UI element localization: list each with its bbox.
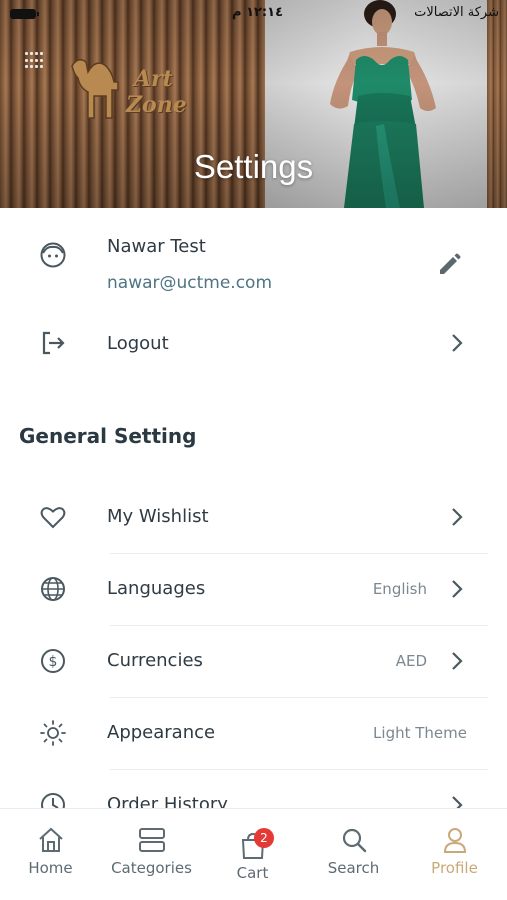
divider xyxy=(110,553,488,554)
sun-icon xyxy=(36,716,70,750)
settings-item-value: English xyxy=(372,580,427,598)
globe-icon xyxy=(36,572,70,606)
status-time: ١٢:١٤ م xyxy=(232,5,283,20)
heart-icon xyxy=(36,500,70,534)
divider xyxy=(110,625,488,626)
search-icon xyxy=(342,828,367,853)
settings-item-label: Appearance xyxy=(107,722,216,743)
user-email: nawar@uctme.com xyxy=(107,273,273,293)
dollar-icon: $ xyxy=(36,644,70,678)
logout-icon xyxy=(36,326,70,360)
settings-item-label: Currencies xyxy=(107,650,203,671)
nav-label-cart: Cart xyxy=(236,864,269,882)
nav-item-search[interactable]: Search xyxy=(303,809,404,900)
settings-item-value: Light Theme xyxy=(373,724,467,742)
cart-count-badge: 2 xyxy=(254,828,274,848)
status-bar: ١٢:١٤ م شركة الاتصالات xyxy=(0,0,507,28)
settings-item-label: My Wishlist xyxy=(107,506,209,527)
chevron-right-icon xyxy=(452,580,463,598)
logo-text-art: Art xyxy=(134,66,173,92)
chevron-right-icon xyxy=(452,652,463,670)
chevron-right-icon xyxy=(452,508,463,526)
battery-icon xyxy=(10,9,39,19)
home-icon xyxy=(39,827,63,852)
nav-item-profile[interactable]: Profile xyxy=(404,809,505,900)
grid-menu-icon[interactable] xyxy=(25,52,45,70)
categories-icon xyxy=(139,828,165,852)
nav-item-home[interactable]: Home xyxy=(0,809,101,900)
carrier-name: شركة الاتصالات xyxy=(414,5,499,20)
bottom-nav: Home Categories 2 Cart Search Profile xyxy=(0,808,507,900)
chevron-right-icon xyxy=(452,334,463,352)
nav-item-categories[interactable]: Categories xyxy=(101,809,202,900)
logo-text-zone: Zone xyxy=(126,92,187,118)
settings-item-value: AED xyxy=(395,652,427,670)
nav-label-search: Search xyxy=(327,859,380,877)
divider xyxy=(110,769,488,770)
divider xyxy=(110,697,488,698)
header-banner: ١٢:١٤ م شركة الاتصالات Art Zone Settings xyxy=(0,0,507,208)
user-name: Nawar Test xyxy=(107,236,206,257)
art-zone-logo: Art Zone xyxy=(68,52,198,124)
page-title: Settings xyxy=(193,148,314,185)
nav-item-cart[interactable]: 2 Cart xyxy=(202,809,303,900)
nav-label-profile: Profile xyxy=(431,859,478,877)
profile-icon xyxy=(443,828,467,853)
logout-label: Logout xyxy=(107,333,169,354)
settings-item-label: Languages xyxy=(107,578,206,599)
user-face-icon xyxy=(36,238,70,272)
section-title-general-setting: General Setting xyxy=(19,424,197,448)
nav-label-home: Home xyxy=(28,859,73,877)
pencil-icon[interactable] xyxy=(436,252,462,278)
nav-label-categories: Categories xyxy=(111,859,192,877)
svg-text:$: $ xyxy=(49,654,58,670)
camel-logo-icon xyxy=(71,59,119,119)
